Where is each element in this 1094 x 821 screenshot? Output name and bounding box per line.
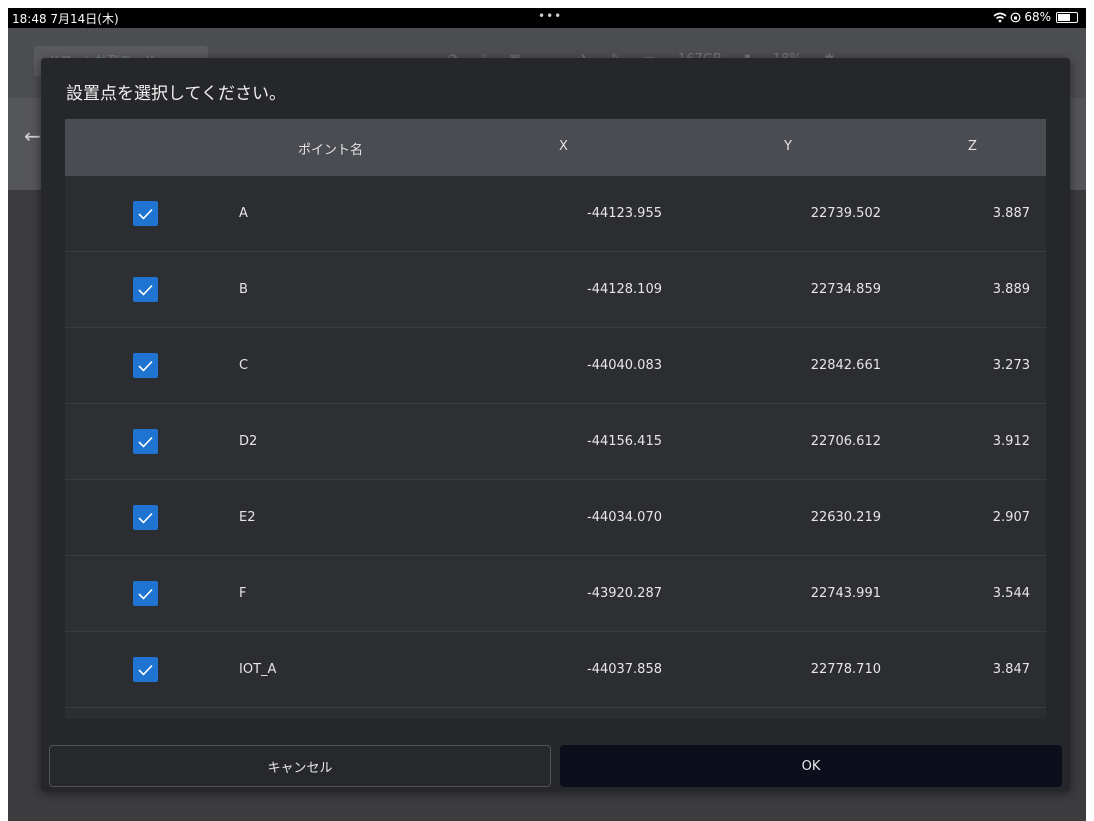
back-arrow-icon[interactable]: ← — [24, 124, 41, 148]
cell-point-name: IOT_A — [239, 662, 277, 677]
ok-button[interactable]: OK — [560, 745, 1062, 787]
cell-point-name: B — [239, 282, 248, 297]
cell-y: 22778.710 — [810, 662, 881, 677]
table-body: A -44123.955 22739.502 3.887 B -44128.10… — [65, 176, 1046, 708]
checkbox-checked[interactable] — [133, 201, 158, 226]
cell-y: 22706.612 — [810, 434, 881, 449]
dialog-title: 設置点を選択してください。 — [66, 84, 286, 104]
checkmark-icon — [138, 436, 153, 448]
cell-x: -44128.109 — [587, 282, 662, 297]
checkmark-icon — [138, 208, 153, 220]
wifi-icon — [993, 12, 1007, 22]
cell-point-name: F — [239, 586, 247, 601]
header-z: Z — [968, 139, 977, 154]
cell-y: 22734.859 — [810, 282, 881, 297]
table-row[interactable]: A -44123.955 22739.502 3.887 — [65, 176, 1046, 252]
checkbox-checked[interactable] — [133, 505, 158, 530]
cell-z: 3.889 — [992, 282, 1030, 297]
table-header: ポイント名 X Y Z — [65, 119, 1046, 176]
status-bar: 18:48 7月14日(木) ••• 68% — [8, 8, 1086, 28]
checkbox-checked[interactable] — [133, 581, 158, 606]
battery-percent: 68% — [1024, 10, 1051, 24]
checkmark-icon — [138, 360, 153, 372]
table-row[interactable]: F -43920.287 22743.991 3.544 — [65, 556, 1046, 632]
orientation-lock-icon — [1010, 12, 1021, 22]
multitask-dots[interactable]: ••• — [538, 9, 562, 23]
cell-z: 2.907 — [992, 510, 1030, 525]
battery-fill — [1058, 13, 1070, 21]
cell-x: -44040.083 — [587, 358, 662, 373]
checkmark-icon — [138, 284, 153, 296]
battery-icon — [1056, 11, 1078, 23]
header-point-name: ポイント名 — [298, 143, 364, 158]
cell-point-name: E2 — [239, 510, 256, 525]
cell-point-name: A — [239, 206, 248, 221]
table-row[interactable]: IOT_A -44037.858 22778.710 3.847 — [65, 632, 1046, 708]
cell-y: 22739.502 — [810, 206, 881, 221]
cancel-button[interactable]: キャンセル — [49, 745, 551, 787]
cell-y: 22743.991 — [810, 586, 881, 601]
cell-x: -44156.415 — [587, 434, 662, 449]
cell-x: -43920.287 — [587, 586, 662, 601]
cell-z: 3.847 — [992, 662, 1030, 677]
cell-x: -44123.955 — [587, 206, 662, 221]
header-y: Y — [784, 139, 792, 154]
header-x: X — [559, 139, 568, 154]
cell-z: 3.912 — [992, 434, 1030, 449]
cell-y: 22630.219 — [810, 510, 881, 525]
cell-point-name: C — [239, 358, 249, 373]
tablet-screen: 18:48 7月14日(木) ••• 68% ドローン計測モード ▾ ⟳ ⫯ ▣… — [8, 8, 1086, 821]
checkmark-icon — [138, 588, 153, 600]
checkmark-icon — [138, 664, 153, 676]
checkbox-checked[interactable] — [133, 657, 158, 682]
cell-z: 3.273 — [992, 358, 1030, 373]
select-point-dialog: 設置点を選択してください。 ポイント名 X Y Z A -44123.955 2… — [41, 58, 1070, 791]
table-row[interactable]: B -44128.109 22734.859 3.889 — [65, 252, 1046, 328]
cell-x: -44037.858 — [587, 662, 662, 677]
table-row[interactable]: D2 -44156.415 22706.612 3.912 — [65, 404, 1046, 480]
cell-y: 22842.661 — [810, 358, 881, 373]
checkmark-icon — [138, 512, 153, 524]
checkbox-checked[interactable] — [133, 429, 158, 454]
table-row[interactable]: E2 -44034.070 22630.219 2.907 — [65, 480, 1046, 556]
cell-x: -44034.070 — [587, 510, 662, 525]
checkbox-checked[interactable] — [133, 353, 158, 378]
points-table: ポイント名 X Y Z A -44123.955 22739.502 3.887 — [65, 119, 1046, 719]
cell-z: 3.544 — [992, 586, 1030, 601]
cell-point-name: D2 — [239, 434, 258, 449]
status-right: 68% — [993, 10, 1078, 24]
status-time-date: 18:48 7月14日(木) — [12, 12, 119, 26]
table-row[interactable]: C -44040.083 22842.661 3.273 — [65, 328, 1046, 404]
cell-z: 3.887 — [992, 206, 1030, 221]
checkbox-checked[interactable] — [133, 277, 158, 302]
